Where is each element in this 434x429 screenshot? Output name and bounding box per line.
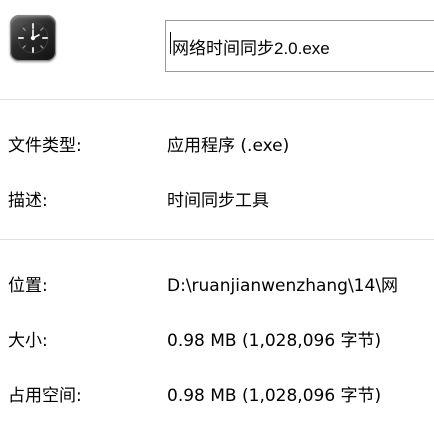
file-type-value: 应用程序 (.exe) <box>167 136 290 156</box>
file-type-label: 文件类型: <box>8 136 82 156</box>
text-caret <box>170 32 171 54</box>
file-name-field[interactable] <box>165 20 434 72</box>
size-value: 0.98 MB (1,028,096 字节) <box>167 331 382 351</box>
clock-app-icon <box>10 15 56 61</box>
location-value[interactable]: D:\ruanjianwenzhang\14\网 <box>167 271 398 296</box>
description-label: 描述: <box>8 191 48 211</box>
section-divider <box>0 239 434 240</box>
disk-size-label: 占用空间: <box>8 386 82 406</box>
size-label: 大小: <box>8 331 48 351</box>
description-value: 时间同步工具 <box>167 191 269 211</box>
location-label: 位置: <box>8 276 48 296</box>
disk-size-value: 0.98 MB (1,028,096 字节) <box>167 386 382 406</box>
section-divider <box>0 99 434 100</box>
clock-icon <box>17 22 49 54</box>
